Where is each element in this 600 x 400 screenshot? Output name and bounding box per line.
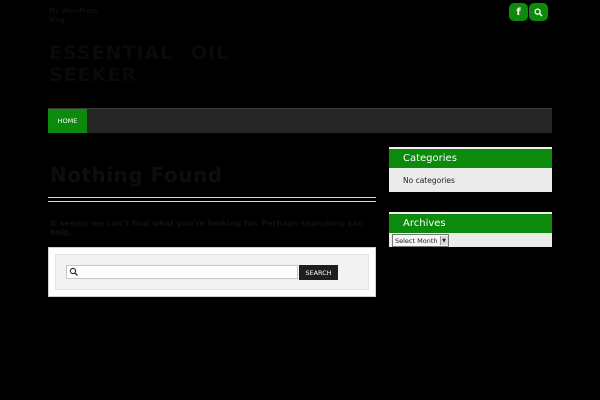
- archives-widget-body: Select Month ▼: [389, 233, 552, 247]
- search-field-icon: [69, 267, 78, 276]
- facebook-button[interactable]: f: [509, 3, 528, 21]
- categories-widget: Categories No categories: [389, 147, 552, 192]
- site-title[interactable]: ESSENTIAL OIL SEEKER: [49, 42, 239, 86]
- site-tagline: My WordPress Blog: [49, 7, 98, 24]
- archives-select-value: Select Month: [395, 236, 438, 245]
- not-found-message: It seems we can't find what you're looki…: [50, 219, 364, 237]
- search-icon: [534, 7, 543, 17]
- search-input[interactable]: [81, 273, 291, 285]
- search-field[interactable]: [66, 265, 298, 285]
- categories-widget-title: Categories: [389, 147, 552, 168]
- main-navigation: HOME: [48, 108, 552, 133]
- categories-empty-text: No categories: [403, 176, 455, 185]
- archives-widget: Archives Select Month ▼: [389, 212, 552, 247]
- page-title: Nothing Found: [50, 163, 223, 187]
- title-divider: [48, 197, 376, 198]
- archives-month-select[interactable]: Select Month ▼: [392, 234, 449, 247]
- nav-item-home[interactable]: HOME: [48, 109, 87, 133]
- chevron-down-icon: ▼: [439, 236, 448, 245]
- archives-widget-title: Archives: [389, 212, 552, 233]
- title-divider-secondary: [48, 201, 376, 202]
- search-form: SEARCH: [48, 247, 376, 297]
- header-search-button[interactable]: [529, 3, 548, 21]
- search-submit-button[interactable]: SEARCH: [299, 265, 338, 280]
- categories-widget-body: No categories: [389, 168, 552, 192]
- social-bar: f: [509, 3, 548, 21]
- facebook-icon: f: [516, 6, 521, 18]
